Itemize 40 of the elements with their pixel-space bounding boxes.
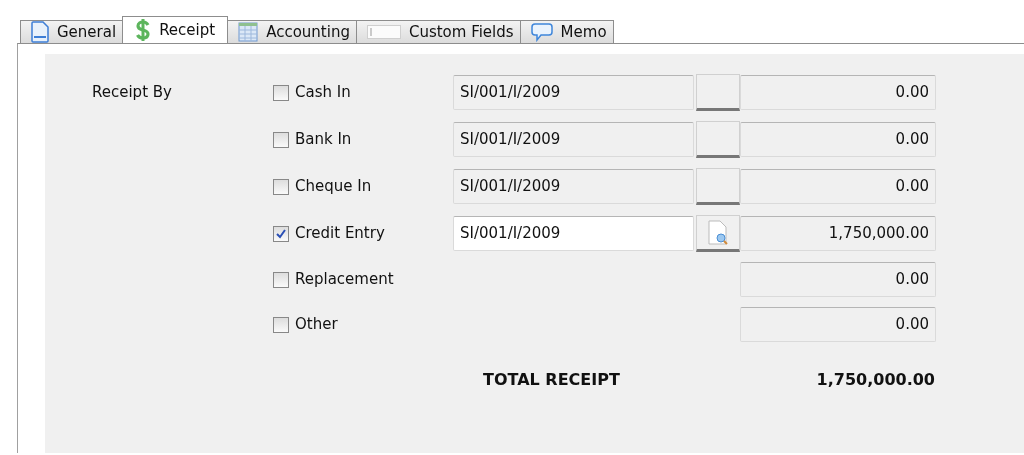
browse-button[interactable] [696,121,740,158]
amount-field[interactable]: 0.00 [740,169,936,204]
checkbox-label[interactable]: Other [295,313,338,336]
text-field-icon [366,25,401,39]
amount-field[interactable]: 0.00 [740,75,936,110]
checkbox[interactable] [273,84,289,101]
reference-field[interactable]: SI/001/I/2009 [453,216,694,251]
checkbox-label[interactable]: Bank In [295,128,352,151]
amount-field[interactable]: 0.00 [740,122,936,157]
speech-bubble-icon [530,22,553,42]
document-search-icon [707,219,729,246]
checkbox[interactable] [273,178,289,195]
checkbox-label[interactable]: Cash In [295,81,351,104]
spreadsheet-icon [238,22,259,42]
total-amount: 1,750,000.00 [815,369,936,391]
lookup-button[interactable] [696,215,740,252]
checkbox[interactable] [273,271,289,288]
checkbox[interactable] [273,131,289,148]
document-icon [31,21,49,43]
tab[interactable]: Memo [519,20,614,43]
amount-field[interactable]: 1,750,000.00 [740,216,936,251]
reference-field[interactable]: SI/001/I/2009 [453,122,694,157]
browse-button[interactable] [696,74,740,111]
amount-field[interactable]: 0.00 [740,307,936,342]
tab[interactable]: General [20,20,124,43]
checkbox-label[interactable]: Replacement [295,268,394,291]
reference-field[interactable]: SI/001/I/2009 [453,169,694,204]
tab[interactable]: Custom Fields [355,20,521,43]
checkbox[interactable] [273,316,289,333]
total-label: TOTAL RECEIPT [482,369,621,391]
field-label: Receipt By [92,82,173,104]
amount-field[interactable]: 0.00 [740,262,936,297]
reference-field[interactable]: SI/001/I/2009 [453,75,694,110]
checkbox[interactable] [273,225,289,242]
checkbox-label[interactable]: Cheque In [295,175,372,198]
checkbox-label[interactable]: Credit Entry [295,222,385,245]
tab[interactable]: Accounting [227,20,357,43]
browse-button[interactable] [696,168,740,205]
dollar-icon [135,19,152,41]
tab[interactable]: Receipt [122,16,229,43]
